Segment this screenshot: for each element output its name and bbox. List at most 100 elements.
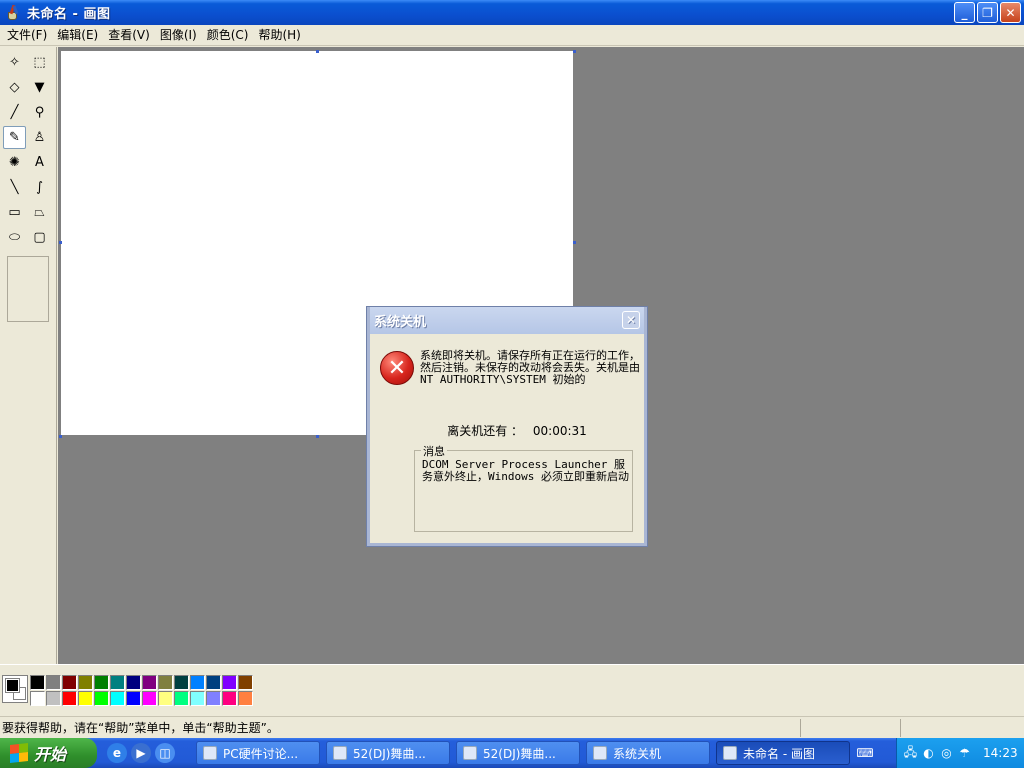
tool-line[interactable]: ╲ bbox=[3, 176, 26, 199]
color-swatch[interactable] bbox=[46, 675, 61, 690]
eraser-icon: ◇ bbox=[9, 80, 20, 95]
pencil-icon: ✎ bbox=[9, 130, 20, 145]
foreground-color bbox=[5, 678, 20, 693]
color-swatch[interactable] bbox=[206, 691, 221, 706]
tool-fill-bucket[interactable]: ▼ bbox=[28, 76, 51, 99]
tool-eraser[interactable]: ◇ bbox=[3, 76, 26, 99]
tool-curve[interactable]: ∫ bbox=[28, 176, 51, 199]
paint-icon bbox=[723, 746, 737, 760]
status-bar: 要获得帮助，请在“帮助”菜单中，单击“帮助主题”。 bbox=[0, 716, 1024, 738]
color-swatch[interactable] bbox=[174, 691, 189, 706]
tool-polygon[interactable]: ⏢ bbox=[28, 201, 51, 224]
restore-button[interactable]: ❐ bbox=[977, 2, 998, 23]
color-swatch[interactable] bbox=[158, 691, 173, 706]
countdown-value: 00:00:31 bbox=[532, 424, 587, 438]
tool-brush[interactable]: ♙ bbox=[28, 126, 51, 149]
tool-magnifier[interactable]: ⚲ bbox=[28, 101, 51, 124]
color-swatch[interactable] bbox=[238, 675, 253, 690]
task-dj-music-2[interactable]: 52(DJ)舞曲... bbox=[456, 741, 580, 765]
task-shutdown[interactable]: 系统关机 bbox=[586, 741, 710, 765]
mouse-icon[interactable]: ◐ bbox=[921, 746, 936, 761]
tool-options-panel[interactable] bbox=[7, 256, 49, 322]
show-desktop-icon[interactable]: ◫ bbox=[155, 743, 175, 763]
color-swatch[interactable] bbox=[78, 691, 93, 706]
color-swatch[interactable] bbox=[238, 691, 253, 706]
tool-free-select[interactable]: ✧ bbox=[3, 51, 26, 74]
dialog-title-bar[interactable]: 系统关机 ✕ bbox=[370, 307, 644, 334]
window-icon bbox=[593, 746, 607, 760]
tool-rectangle[interactable]: ▭ bbox=[3, 201, 26, 224]
tool-airbrush[interactable]: ✺ bbox=[3, 151, 26, 174]
airbrush-icon: ✺ bbox=[9, 155, 20, 170]
color-swatch[interactable] bbox=[94, 675, 109, 690]
tool-rounded-rect[interactable]: ▢ bbox=[28, 226, 51, 249]
color-swatch[interactable] bbox=[30, 691, 45, 706]
color-swatch[interactable] bbox=[62, 691, 77, 706]
close-icon: ✕ bbox=[1005, 5, 1016, 20]
countdown-label: 离关机还有 ： bbox=[447, 424, 524, 438]
color-swatch[interactable] bbox=[206, 675, 221, 690]
menu-colors[interactable]: 颜色(C) bbox=[202, 25, 254, 45]
color-swatch[interactable] bbox=[62, 675, 77, 690]
audio-icon[interactable]: ◎ bbox=[939, 746, 954, 761]
taskbar: 开始 e ▶ ◫ PC硬件讨论... 52(DJ)舞曲... 52(DJ)舞曲.… bbox=[0, 738, 1024, 768]
color-swatch[interactable] bbox=[190, 675, 205, 690]
umbrella-icon[interactable]: ☂ bbox=[957, 746, 972, 761]
brush-icon: ♙ bbox=[33, 130, 46, 145]
color-swatch[interactable] bbox=[174, 675, 189, 690]
dialog-message: 系统即将关机。请保存所有正在运行的工作，然后注销。未保存的改动将会丢失。关机是由… bbox=[420, 349, 640, 386]
color-swatch[interactable] bbox=[110, 691, 125, 706]
window-title: 未命名 - 画图 bbox=[27, 7, 111, 22]
ie-icon[interactable]: e bbox=[107, 743, 127, 763]
color-swatch[interactable] bbox=[110, 675, 125, 690]
menu-file[interactable]: 文件(F) bbox=[2, 25, 52, 45]
color-swatch[interactable] bbox=[142, 691, 157, 706]
color-swatch[interactable] bbox=[142, 675, 157, 690]
color-swatch[interactable] bbox=[94, 691, 109, 706]
rounded-rect-icon: ▢ bbox=[33, 230, 46, 245]
clock[interactable]: 14:23 bbox=[983, 746, 1018, 760]
color-swatch[interactable] bbox=[46, 691, 61, 706]
color-swatch[interactable] bbox=[158, 675, 173, 690]
menu-image[interactable]: 图像(I) bbox=[155, 25, 202, 45]
tool-pencil[interactable]: ✎ bbox=[3, 126, 26, 149]
keyboard-icon[interactable]: ⌨ bbox=[856, 744, 874, 762]
network-icon[interactable]: 🖧 bbox=[903, 745, 918, 761]
color-swatch[interactable] bbox=[190, 691, 205, 706]
start-button[interactable]: 开始 bbox=[0, 738, 97, 768]
task-pc-forum[interactable]: PC硬件讨论... bbox=[196, 741, 320, 765]
tool-color-picker[interactable]: ╱ bbox=[3, 101, 26, 124]
color-swatch[interactable] bbox=[30, 675, 45, 690]
menu-help[interactable]: 帮助(H) bbox=[253, 25, 305, 45]
current-colors bbox=[2, 675, 28, 703]
menu-view[interactable]: 查看(V) bbox=[103, 25, 155, 45]
resize-handle-right[interactable] bbox=[573, 241, 576, 244]
tool-text[interactable]: A bbox=[28, 151, 51, 174]
color-picker-icon: ╱ bbox=[10, 105, 19, 120]
message-group-text: DCOM Server Process Launcher 服务意外终止，Wind… bbox=[422, 458, 629, 483]
tool-rect-select[interactable]: ⬚ bbox=[28, 51, 51, 74]
task-paint[interactable]: 未命名 - 画图 bbox=[716, 741, 850, 765]
dialog-close-button[interactable]: ✕ bbox=[622, 311, 640, 329]
magnifier-icon: ⚲ bbox=[34, 105, 45, 120]
color-swatch[interactable] bbox=[78, 675, 93, 690]
tool-ellipse[interactable]: ⬭ bbox=[3, 226, 26, 249]
color-swatch[interactable] bbox=[222, 675, 237, 690]
paint-app-icon[interactable] bbox=[5, 4, 21, 21]
color-swatch[interactable] bbox=[126, 675, 141, 690]
text-icon: A bbox=[35, 155, 44, 170]
task-dj-music-1[interactable]: 52(DJ)舞曲... bbox=[326, 741, 450, 765]
rect-select-icon: ⬚ bbox=[33, 55, 46, 70]
polygon-icon: ⏢ bbox=[34, 205, 45, 220]
color-swatch[interactable] bbox=[222, 691, 237, 706]
media-player-icon[interactable]: ▶ bbox=[131, 743, 151, 763]
menu-edit[interactable]: 编辑(E) bbox=[52, 25, 103, 45]
resize-handle-bottom[interactable] bbox=[316, 435, 319, 438]
color-swatch[interactable] bbox=[126, 691, 141, 706]
close-button[interactable]: ✕ bbox=[1000, 2, 1021, 23]
close-icon: ✕ bbox=[625, 313, 637, 327]
title-bar[interactable]: 未命名 - 画图 _ ❐ ✕ bbox=[0, 0, 1024, 25]
minimize-icon: _ bbox=[961, 5, 968, 20]
minimize-button[interactable]: _ bbox=[954, 2, 975, 23]
menu-bar: 文件(F) 编辑(E) 查看(V) 图像(I) 颜色(C) 帮助(H) bbox=[0, 25, 1024, 46]
